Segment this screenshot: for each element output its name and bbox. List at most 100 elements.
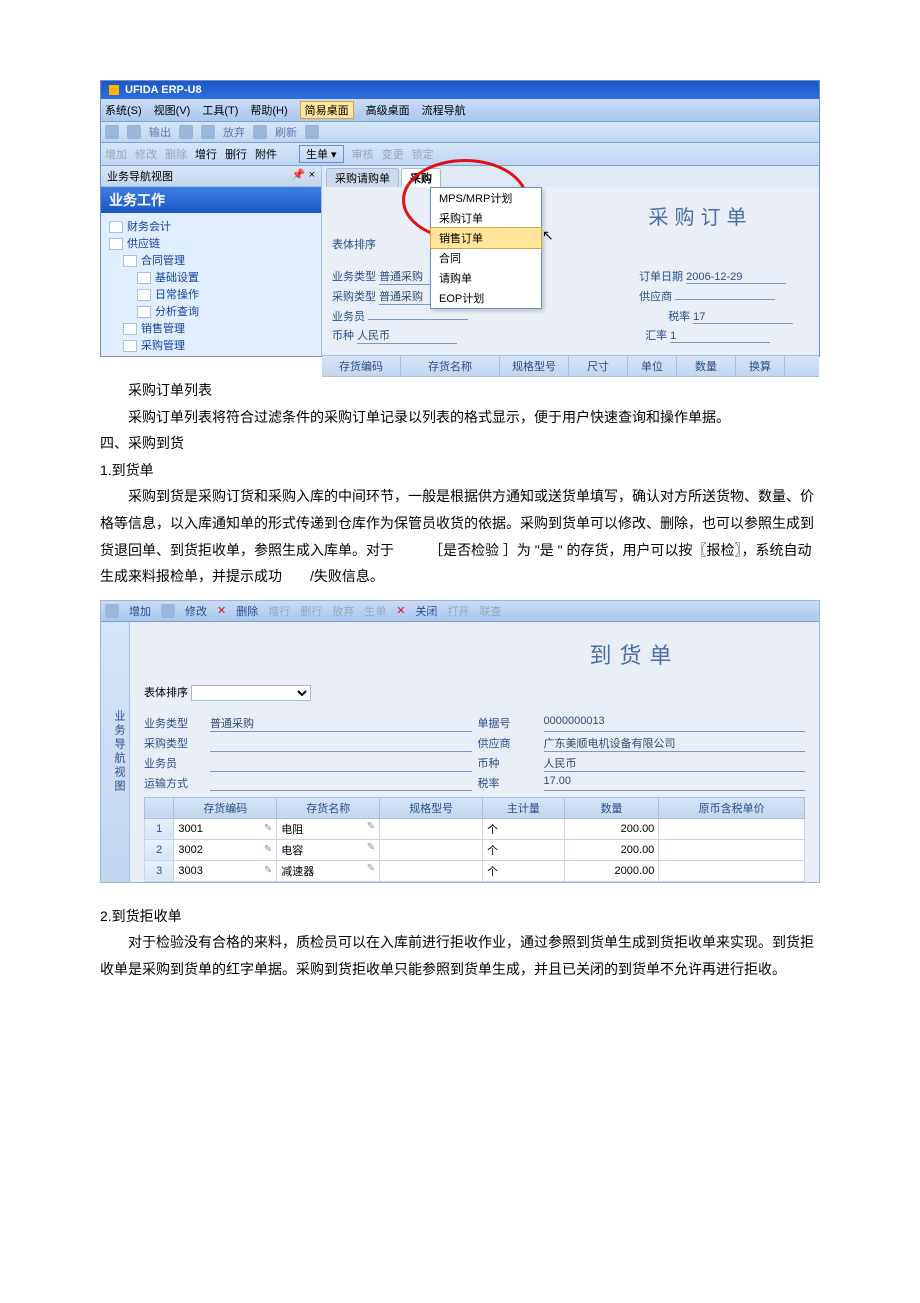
help-icon[interactable] [305,125,319,139]
add-icon[interactable] [105,604,119,618]
table-row[interactable]: 13001✎电阻✎个200.00 [145,818,805,839]
tb1-refresh[interactable]: 刷新 [275,124,297,140]
grid-col[interactable]: 原币含税单价 [659,797,805,818]
cell-unit[interactable]: 个 [483,818,565,839]
table-row[interactable]: 23002✎电容✎个200.00 [145,839,805,860]
tree-node[interactable]: 基础设置 [109,269,317,285]
btn-addrow[interactable]: 增行 [268,603,290,619]
arrival-grid[interactable]: 存货编码存货名称规格型号主计量数量原币含税单价 13001✎电阻✎个200.00… [144,797,805,882]
grid-col[interactable]: 存货编码 [174,797,277,818]
btn-abandon[interactable]: 放弃 [332,603,354,619]
save-icon[interactable] [179,125,193,139]
cell-name[interactable]: 电阻✎ [277,818,380,839]
tb2-del[interactable]: 删除 [165,146,187,162]
grid-col[interactable]: 存货名称 [401,356,500,376]
tree-node[interactable]: 供应链 [109,235,317,251]
tree-node[interactable]: 合同管理 [109,252,317,268]
tab-2[interactable]: 采购 [401,168,441,187]
btn-simple-desktop[interactable]: 简易桌面 [300,101,354,119]
btn-close[interactable]: 关闭 [415,603,437,619]
cur-value[interactable]: 人民币 [357,327,457,344]
cell-price[interactable] [659,839,805,860]
tb2-change[interactable]: 变更 [382,146,404,162]
cell-unit[interactable]: 个 [483,839,565,860]
edit-icon[interactable] [161,604,175,618]
cell-code[interactable]: 3002✎ [174,839,277,860]
grid-col[interactable]: 单位 [628,356,677,376]
delete-icon[interactable]: ✕ [217,604,226,617]
sort-select[interactable] [191,685,311,701]
btn-add[interactable]: 增加 [129,603,151,619]
grid-col[interactable]: 规格型号 [500,356,569,376]
tb2-mod[interactable]: 修改 [135,146,157,162]
tree-node[interactable]: 销售管理 [109,320,317,336]
generate-bill-menu[interactable]: MPS/MRP计划 采购订单 销售订单 合同 请购单 EOP计划 [430,187,542,309]
tb2-delrow[interactable]: 删行 [225,146,247,162]
cell-name[interactable]: 减速器✎ [277,860,380,881]
tree-node[interactable]: 日常操作 [109,286,317,302]
close-icon[interactable]: ✕ [396,604,405,617]
menu-help[interactable]: 帮助(H) [250,102,287,118]
dd-po[interactable]: 采购订单 [431,208,541,228]
tb2-review[interactable]: 审核 [352,146,374,162]
tb2-lock[interactable]: 锁定 [412,146,434,162]
tb1-icon[interactable] [105,125,119,139]
tree-node[interactable]: 财务会计 [109,218,317,234]
tb2-add[interactable]: 增加 [105,146,127,162]
generate-bill-button[interactable]: 生单 ▾ [299,145,344,163]
cell-qty[interactable]: 2000.00 [564,860,659,881]
grid-col[interactable]: 主计量 [483,797,565,818]
f-biztype-v[interactable]: 普通采购 [210,715,472,732]
grid-col[interactable]: 规格型号 [380,797,483,818]
btn-del[interactable]: 删除 [236,603,258,619]
f-docno-v[interactable]: 0000000013 [544,715,806,732]
cell-spec[interactable] [380,839,483,860]
xrate-value[interactable]: 1 [670,330,770,343]
supp-value[interactable] [675,299,775,300]
tb2-addrow[interactable]: 增行 [195,146,217,162]
dd-eop[interactable]: EOP计划 [431,288,541,308]
cell-code[interactable]: 3003✎ [174,860,277,881]
tb1-icon[interactable] [201,125,215,139]
side-tab[interactable]: 业务导航视图 [101,622,130,882]
cell-name[interactable]: 电容✎ [277,839,380,860]
grid-col[interactable]: 数量 [677,356,736,376]
btn-adv-desktop[interactable]: 高级桌面 [366,102,410,118]
tree-node[interactable]: 设置 [109,354,317,356]
btn-open[interactable]: 打开 [447,603,469,619]
btn-gen[interactable]: 生单 [364,603,386,619]
btn-ref[interactable]: 联查 [479,603,501,619]
clerk-value[interactable] [368,319,468,320]
f-clerk-v[interactable] [210,755,472,772]
btn-delrow[interactable]: 删行 [300,603,322,619]
tb1-icon[interactable] [253,125,267,139]
cell-unit[interactable]: 个 [483,860,565,881]
f-supp-v[interactable]: 广东美顺电机设备有限公司 [544,735,806,752]
f-ptype-v[interactable] [210,735,472,752]
cell-qty[interactable]: 200.00 [564,818,659,839]
grid-col[interactable] [145,797,174,818]
tree-node[interactable]: 分析查询 [109,303,317,319]
dd-so[interactable]: 销售订单 [430,227,542,249]
f-cur-v[interactable]: 人民币 [544,755,806,772]
cell-price[interactable] [659,860,805,881]
grid-col[interactable]: 存货名称 [277,797,380,818]
nav-tree[interactable]: 财务会计供应链合同管理基础设置日常操作分析查询销售管理采购管理设置供应商管理请购… [101,213,321,356]
menu-system[interactable]: 系统(S) [105,102,142,118]
menu-bar[interactable]: 系统(S) 视图(V) 工具(T) 帮助(H) 简易桌面 高级桌面 流程导航 [101,99,819,122]
grid-col[interactable]: 换算 [736,356,785,376]
pin-icon[interactable]: 📌 × [292,168,315,184]
cell-price[interactable] [659,818,805,839]
cell-code[interactable]: 3001✎ [174,818,277,839]
grid-col[interactable]: 尺寸 [569,356,628,376]
date-value[interactable]: 2006-12-29 [686,271,786,284]
menu-view[interactable]: 视图(V) [154,102,191,118]
dd-contract[interactable]: 合同 [431,248,541,268]
doc-tabs[interactable]: 采购请购单 采购 [322,166,819,187]
f-tax-v[interactable]: 17.00 [544,775,806,791]
menu-tools[interactable]: 工具(T) [202,102,238,118]
grid-col[interactable]: 数量 [564,797,659,818]
table-row[interactable]: 33003✎减速器✎个2000.00 [145,860,805,881]
tab-1[interactable]: 采购请购单 [326,168,399,187]
btn-mod[interactable]: 修改 [185,603,207,619]
